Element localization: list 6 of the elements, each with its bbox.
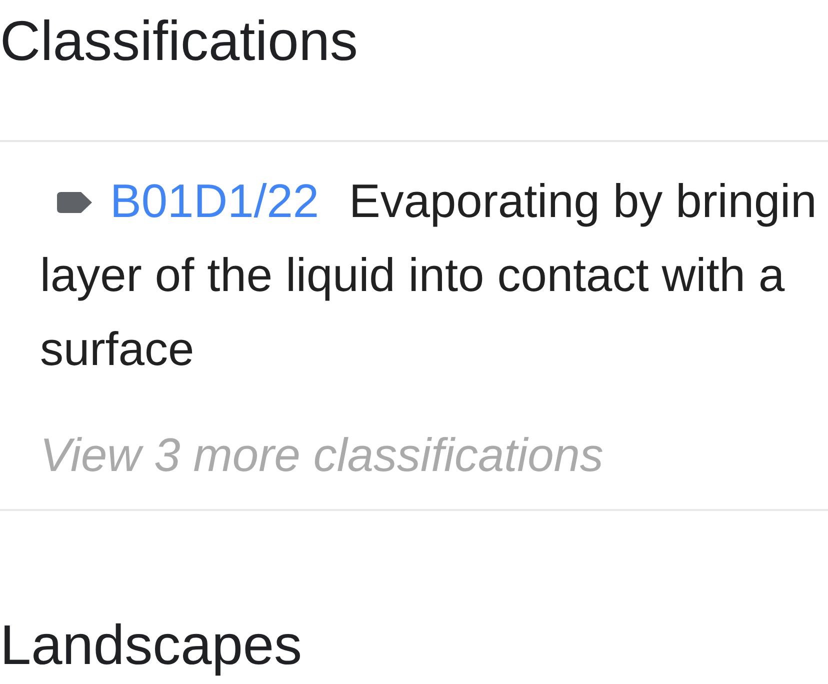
more-classifications-link[interactable]: View 3 more classifications [40,418,604,492]
section-heading: Landscapes [0,613,302,677]
section-heading: Classifications [0,9,358,73]
classification-description: B01D1/22 Evaporating by bringin layer of the liquid into contact with a surface [39,173,818,377]
tag-icon [57,192,92,213]
classification-code-link[interactable]: B01D1/22 [110,174,320,227]
